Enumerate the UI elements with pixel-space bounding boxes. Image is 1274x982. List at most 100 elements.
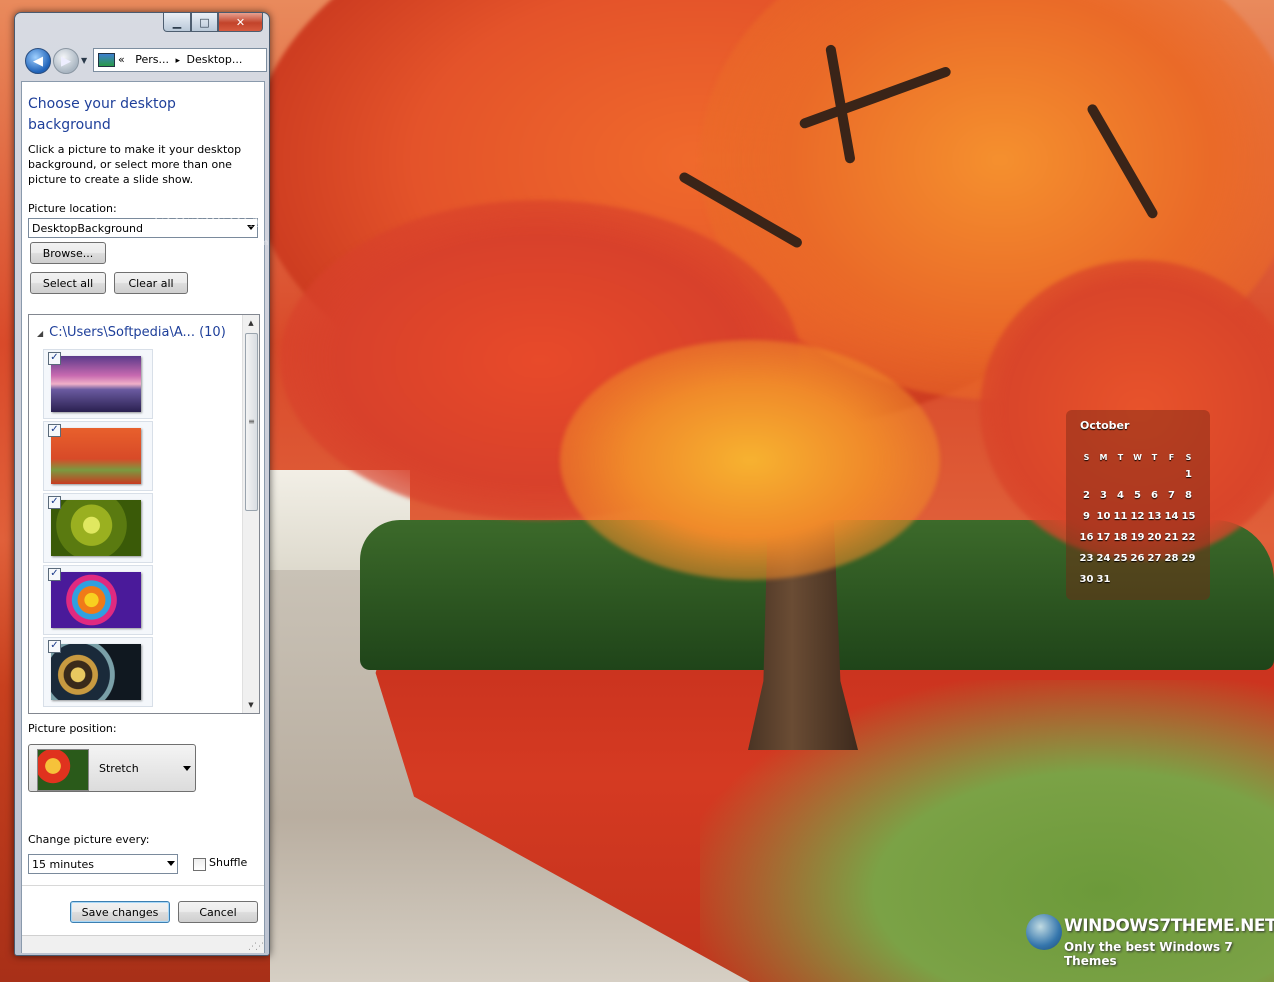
thumbnail-checkbox[interactable]: ✓ xyxy=(48,352,61,365)
calendar-weekday: T xyxy=(1151,452,1158,462)
calendar-day: 9 xyxy=(1083,511,1090,522)
calendar-day: 11 xyxy=(1113,511,1128,522)
change-picture-label: Change picture every: xyxy=(28,833,150,846)
calendar-day: 27 xyxy=(1147,553,1162,564)
wallpaper-foliage xyxy=(560,340,940,580)
picture-thumbnail[interactable]: ✓ xyxy=(43,421,153,491)
picture-group-path: C:\Users\Softpedia\A... (10) xyxy=(49,325,226,340)
thumbnail-checkbox[interactable]: ✓ xyxy=(48,496,61,509)
picture-thumbnail[interactable]: ✓ xyxy=(43,637,153,707)
page-title: Choose your desktop background xyxy=(28,96,176,133)
calendar-day: 12 xyxy=(1130,511,1145,522)
picture-thumbnail[interactable]: ✓ xyxy=(43,565,153,635)
calendar-day xyxy=(1095,464,1112,485)
calendar-day xyxy=(1129,569,1146,590)
calendar-day: 29 xyxy=(1181,553,1196,564)
breadcrumb-personalization[interactable]: Pers... xyxy=(135,53,169,66)
address-bar[interactable]: « Pers... ▸ Desktop... xyxy=(93,48,267,72)
calendar-day xyxy=(1180,569,1197,590)
calendar-day xyxy=(1078,464,1095,485)
picture-position-label: Picture position: xyxy=(28,722,117,735)
picture-position-select[interactable]: Stretch xyxy=(28,744,196,792)
calendar-day xyxy=(1112,464,1129,485)
thumbnail-checkbox[interactable]: ✓ xyxy=(48,424,61,437)
picture-position-value: Stretch xyxy=(99,762,139,775)
calendar-day: 5 xyxy=(1134,490,1141,501)
scroll-down-arrow-icon[interactable]: ▼ xyxy=(243,697,259,713)
forward-button[interactable]: ▶ xyxy=(53,48,79,74)
thumbnail-checkbox[interactable]: ✓ xyxy=(48,568,61,581)
arrow-left-icon: ◀ xyxy=(33,53,43,69)
thumbnail-green-rose xyxy=(51,500,141,556)
calendar-day xyxy=(1163,569,1180,590)
cancel-button[interactable]: Cancel xyxy=(178,901,258,923)
calendar-day: 25 xyxy=(1113,553,1128,564)
logo-brand: WINDOWS7THEME.NET xyxy=(1064,916,1274,936)
interval-value: 15 minutes xyxy=(32,858,95,871)
arrow-right-icon: ▶ xyxy=(61,53,71,69)
calendar-day: 1 xyxy=(1185,469,1192,480)
chevron-down-icon xyxy=(183,766,191,771)
picture-thumbnail[interactable]: ✓ xyxy=(43,349,153,419)
calendar-gadget[interactable]: October S M T W T F S 1 2345678 9 10 11 12 1… xyxy=(1066,410,1210,600)
shuffle-checkbox[interactable] xyxy=(193,858,206,871)
picture-thumbnail[interactable]: ✓ xyxy=(43,493,153,563)
maximize-button[interactable]: □ xyxy=(191,13,218,32)
calendar-day xyxy=(1129,464,1146,485)
resize-grip-icon[interactable]: ⋰⋰ xyxy=(248,942,264,952)
picture-location-value: DesktopBackground xyxy=(32,222,143,235)
status-bar: ⋰⋰ xyxy=(22,935,264,953)
browse-button[interactable]: Browse... xyxy=(30,242,106,264)
calendar-weekday: S xyxy=(1083,452,1090,462)
interval-select[interactable]: 15 minutes xyxy=(28,854,178,874)
scroll-up-arrow-icon[interactable]: ▲ xyxy=(243,315,259,331)
calendar-day: 10 xyxy=(1096,511,1111,522)
breadcrumb-separator-icon[interactable]: ▸ xyxy=(176,56,181,66)
picture-list-scrollbar[interactable]: ▲ ≡ ▼ xyxy=(242,315,259,713)
thumbnail-purple-lake-sunset xyxy=(51,356,141,412)
calendar-day: 2 xyxy=(1083,490,1090,501)
save-changes-button[interactable]: Save changes xyxy=(70,901,170,923)
calendar-day: 28 xyxy=(1164,553,1179,564)
calendar-day: 23 xyxy=(1079,553,1094,564)
calendar-day: 24 xyxy=(1096,553,1111,564)
calendar-day: 21 xyxy=(1164,532,1179,543)
softpedia-watermark-url: www.softpedia.com xyxy=(190,238,269,247)
calendar-weekday: M xyxy=(1099,452,1108,462)
calendar-day: 7 xyxy=(1168,490,1175,501)
recent-pages-dropdown[interactable]: ▼ xyxy=(81,56,87,65)
calendar-day: 19 xyxy=(1130,532,1145,543)
calendar-day: 14 xyxy=(1164,511,1179,522)
calendar-day: 3 xyxy=(1100,490,1107,501)
page-description: Click a picture to make it your desktop … xyxy=(28,143,242,186)
collapse-triangle-icon[interactable]: ◢ xyxy=(37,329,43,338)
thumbnail-checkbox[interactable]: ✓ xyxy=(48,640,61,653)
scrollbar-thumb[interactable]: ≡ xyxy=(245,333,258,511)
thumbnail-colorful-splash xyxy=(51,572,141,628)
picture-list[interactable]: ◢ C:\Users\Softpedia\A... (10) ✓ ✓ ✓ ✓ ✓ xyxy=(28,314,260,714)
calendar-day: 18 xyxy=(1113,532,1128,543)
caption-buttons: ▁ □ ✕ xyxy=(163,13,263,33)
select-all-button[interactable]: Select all xyxy=(30,272,106,294)
picture-position-preview xyxy=(37,749,89,791)
calendar-day: 16 xyxy=(1079,532,1094,543)
minimize-button[interactable]: ▁ xyxy=(163,13,191,32)
calendar-day: 31 xyxy=(1096,574,1111,585)
thumbnail-autumn-tree xyxy=(51,428,141,484)
breadcrumb-desktop-background[interactable]: Desktop... xyxy=(187,53,243,66)
calendar-day: 22 xyxy=(1181,532,1196,543)
calendar-day xyxy=(1146,464,1163,485)
shuffle-label[interactable]: Shuffle xyxy=(209,856,247,869)
calendar-day: 20 xyxy=(1147,532,1162,543)
calendar-weekday: S xyxy=(1185,452,1192,462)
desktop-background-window[interactable]: ▁ □ ✕ ◀ ▶ ▼ « Pers... ▸ Desktop... Choos… xyxy=(14,12,270,956)
close-button[interactable]: ✕ xyxy=(218,13,263,32)
picture-group-header[interactable]: ◢ C:\Users\Softpedia\A... (10) xyxy=(37,325,226,340)
breadcrumb-overflow[interactable]: « xyxy=(118,53,125,66)
clear-all-button[interactable]: Clear all xyxy=(114,272,188,294)
calendar-day xyxy=(1112,569,1129,590)
calendar-day xyxy=(1163,464,1180,485)
back-button[interactable]: ◀ xyxy=(25,48,51,74)
logo-tagline: Only the best Windows 7 Themes xyxy=(1064,940,1233,968)
picture-location-label: Picture location: xyxy=(28,202,117,215)
